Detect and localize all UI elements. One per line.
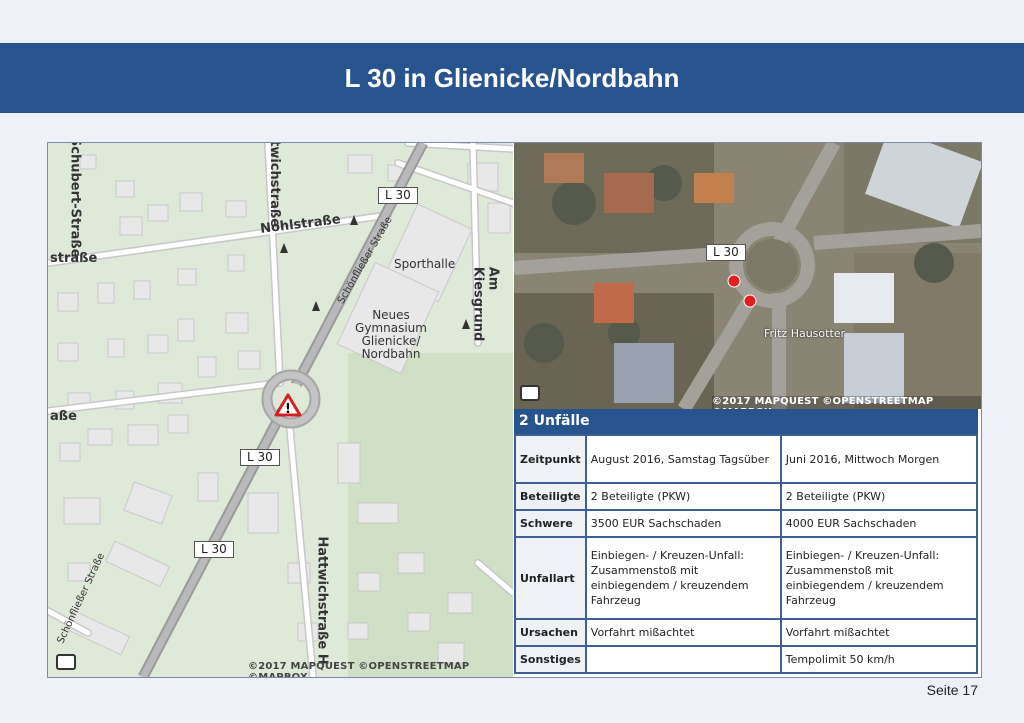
row-label: Unfallart xyxy=(514,536,587,620)
table-row: Schwere 3500 EUR Sachschaden 4000 EUR Sa… xyxy=(514,509,979,538)
road-shield-l30-top: L 30 xyxy=(378,187,418,204)
satellite-map-canvas xyxy=(514,143,981,409)
accident-table: Zeitpunkt August 2016, Samstag Tagsüber … xyxy=(514,434,979,674)
mapbox-logo-icon[interactable] xyxy=(56,654,76,670)
table-row: Beteiligte 2 Beteiligte (PKW) 2 Beteilig… xyxy=(514,482,979,511)
accident-marker-1 xyxy=(727,274,741,288)
cell-accident-1: 3500 EUR Sachschaden xyxy=(584,509,782,538)
table-row: Zeitpunkt August 2016, Samstag Tagsüber … xyxy=(514,434,979,484)
street-label-strasse-top: straße xyxy=(50,251,98,266)
row-label: Beteiligte xyxy=(514,482,587,511)
satellite-map[interactable]: L 30 Fritz Hausotter ©2017 MAPQUEST ©OPE… xyxy=(514,143,981,409)
street-label-schubert: -Schubert-Straße xyxy=(67,143,83,258)
slide-title-bar: L 30 in Glienicke/Nordbahn xyxy=(0,43,1024,113)
table-row: Sonstiges Tempolimit 50 km/h xyxy=(514,645,979,674)
row-label: Zeitpunkt xyxy=(514,434,587,484)
content-panel: ! -Schubert-Straße straße aße ttwichstra… xyxy=(47,142,982,678)
cell-accident-2: Tempolimit 50 km/h xyxy=(779,645,979,674)
street-label-hattwich-bottom: Hattwichstraße H xyxy=(314,536,330,665)
table-row: Unfallart Einbiegen- / Kreuzen-Unfall: Z… xyxy=(514,536,979,620)
page-number: Seite 17 xyxy=(926,682,978,698)
row-label: Ursachen xyxy=(514,618,587,647)
road-shield-l30-mid: L 30 xyxy=(240,449,280,466)
map-copyright: ©2017 MAPQUEST ©OPENSTREETMAP ©MAPBOX xyxy=(248,661,470,677)
sat-copyright: ©2017 MAPQUEST ©OPENSTREETMAP ©MAPBOX xyxy=(712,396,981,409)
cell-accident-1 xyxy=(584,645,782,674)
table-row: Ursachen Vorfahrt mißachtet Vorfahrt miß… xyxy=(514,618,979,647)
accident-info-panel: 2 Unfälle Zeitpunkt August 2016, Samstag… xyxy=(514,409,981,677)
slide-title: L 30 in Glienicke/Nordbahn xyxy=(344,62,680,93)
cell-accident-2: Einbiegen- / Kreuzen-Unfall: Zusammensto… xyxy=(779,536,979,620)
sat-place-label: Fritz Hausotter xyxy=(764,327,846,340)
cell-accident-2: Vorfahrt mißachtet xyxy=(779,618,979,647)
svg-text:!: ! xyxy=(285,402,291,417)
road-shield-l30-bottom: L 30 xyxy=(194,541,234,558)
street-label-strasse-mid: aße xyxy=(50,409,77,424)
street-label-am-kiesgrund: Am Kiesgrund xyxy=(470,266,501,342)
cell-accident-1: Einbiegen- / Kreuzen-Unfall: Zusammensto… xyxy=(584,536,782,620)
poi-sporthalle: Sporthalle xyxy=(394,257,456,271)
cell-accident-2: 2 Beteiligte (PKW) xyxy=(779,482,979,511)
accident-marker-2 xyxy=(743,294,757,308)
cell-accident-1: Vorfahrt mißachtet xyxy=(584,618,782,647)
sat-road-shield-l30: L 30 xyxy=(706,244,746,261)
row-label: Schwere xyxy=(514,509,587,538)
street-label-hattwich-top: ttwichstraße xyxy=(267,143,283,228)
cell-accident-1: 2 Beteiligte (PKW) xyxy=(584,482,782,511)
accident-heading: 2 Unfälle xyxy=(514,409,978,434)
row-label: Sonstiges xyxy=(514,645,587,674)
street-map[interactable]: ! -Schubert-Straße straße aße ttwichstra… xyxy=(48,143,513,677)
cell-accident-2: Juni 2016, Mittwoch Morgen xyxy=(779,434,979,484)
poi-gymnasium: Neues Gymnasium Glienicke/ Nordbahn xyxy=(355,308,427,361)
cell-accident-2: 4000 EUR Sachschaden xyxy=(779,509,979,538)
cell-accident-1: August 2016, Samstag Tagsüber xyxy=(584,434,782,484)
sat-mapbox-logo-icon[interactable] xyxy=(520,385,540,401)
